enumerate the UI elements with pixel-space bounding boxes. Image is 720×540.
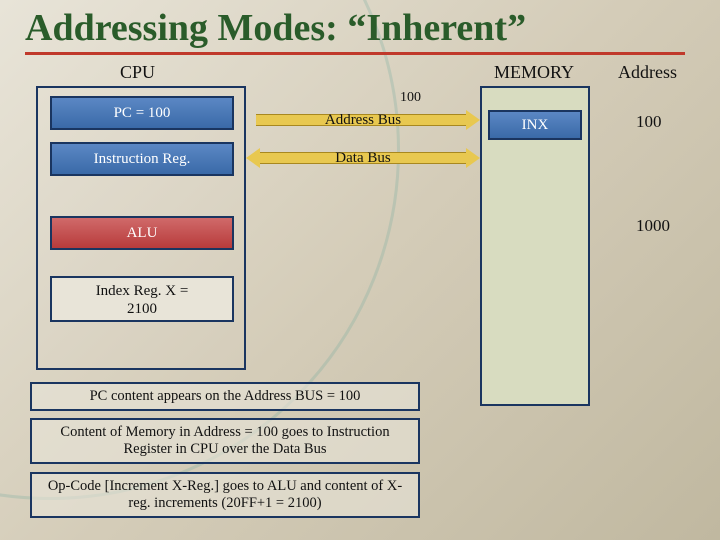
alu-register: ALU	[50, 216, 234, 250]
data-bus-arrow: Data Bus	[246, 148, 480, 168]
cpu-container: PC = 100 Instruction Reg. ALU Index Reg.…	[36, 86, 246, 370]
address-bus-value: 100	[400, 90, 421, 106]
caption-2: Content of Memory in Address = 100 goes …	[30, 418, 420, 464]
data-bus-label: Data Bus	[246, 150, 480, 167]
caption-1: PC content appears on the Address BUS = …	[30, 382, 420, 411]
instruction-register: Instruction Reg.	[50, 142, 234, 176]
memory-cell-inx: INX	[488, 110, 582, 140]
index-register-line2: 2100	[52, 300, 232, 318]
program-counter-register: PC = 100	[50, 96, 234, 130]
index-register: Index Reg. X = 2100	[50, 276, 234, 322]
index-register-line1: Index Reg. X =	[52, 282, 232, 300]
address-bus-arrow: Address Bus	[246, 110, 480, 130]
memory-address-1000: 1000	[636, 216, 670, 236]
memory-container: INX	[480, 86, 590, 406]
address-bus-label: Address Bus	[246, 112, 480, 129]
address-column-label: Address	[618, 62, 677, 83]
cpu-label: CPU	[120, 62, 155, 83]
memory-address-100: 100	[636, 112, 662, 132]
caption-3: Op-Code [Increment X-Reg.] goes to ALU a…	[30, 472, 420, 518]
slide-title: Addressing Modes: “Inherent”	[25, 6, 685, 55]
memory-label: MEMORY	[494, 62, 574, 83]
